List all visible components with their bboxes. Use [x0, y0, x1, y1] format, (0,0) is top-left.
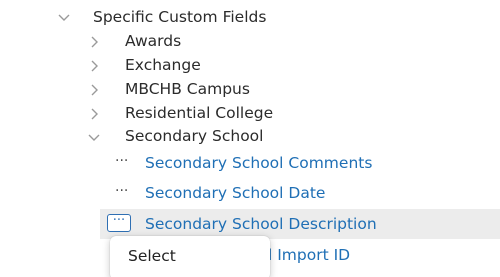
chevron-down-icon[interactable] — [56, 9, 72, 25]
field-secondary-school-comments[interactable]: Secondary School Comments — [145, 153, 372, 173]
tree-node-secondary-school[interactable]: Secondary School — [125, 126, 263, 146]
chevron-right-icon[interactable] — [86, 106, 102, 122]
custom-fields-tree: Specific Custom Fields Awards Exchange M… — [0, 0, 500, 277]
chevron-right-icon[interactable] — [86, 34, 102, 50]
tree-node-specific-custom-fields[interactable]: Specific Custom Fields — [93, 7, 266, 27]
context-menu: Select — [110, 236, 270, 277]
chevron-right-icon[interactable] — [86, 82, 102, 98]
more-options-button[interactable]: ··· — [107, 214, 131, 232]
tree-node-residential-college[interactable]: Residential College — [125, 103, 273, 123]
field-secondary-school-date[interactable]: Secondary School Date — [145, 183, 325, 203]
more-options-icon[interactable]: ··· — [115, 154, 128, 168]
tree-node-awards[interactable]: Awards — [125, 31, 181, 51]
field-secondary-school-description[interactable]: Secondary School Description — [145, 214, 377, 234]
more-options-icon: ··· — [112, 213, 126, 228]
menu-item-select[interactable]: Select — [128, 246, 176, 266]
chevron-down-icon[interactable] — [86, 129, 102, 145]
field-secondary-school-import-id[interactable]: l Import ID — [268, 245, 350, 265]
tree-node-mbchb-campus[interactable]: MBCHB Campus — [125, 79, 250, 99]
chevron-right-icon[interactable] — [86, 58, 102, 74]
tree-node-exchange[interactable]: Exchange — [125, 55, 201, 75]
more-options-icon[interactable]: ··· — [115, 184, 128, 198]
